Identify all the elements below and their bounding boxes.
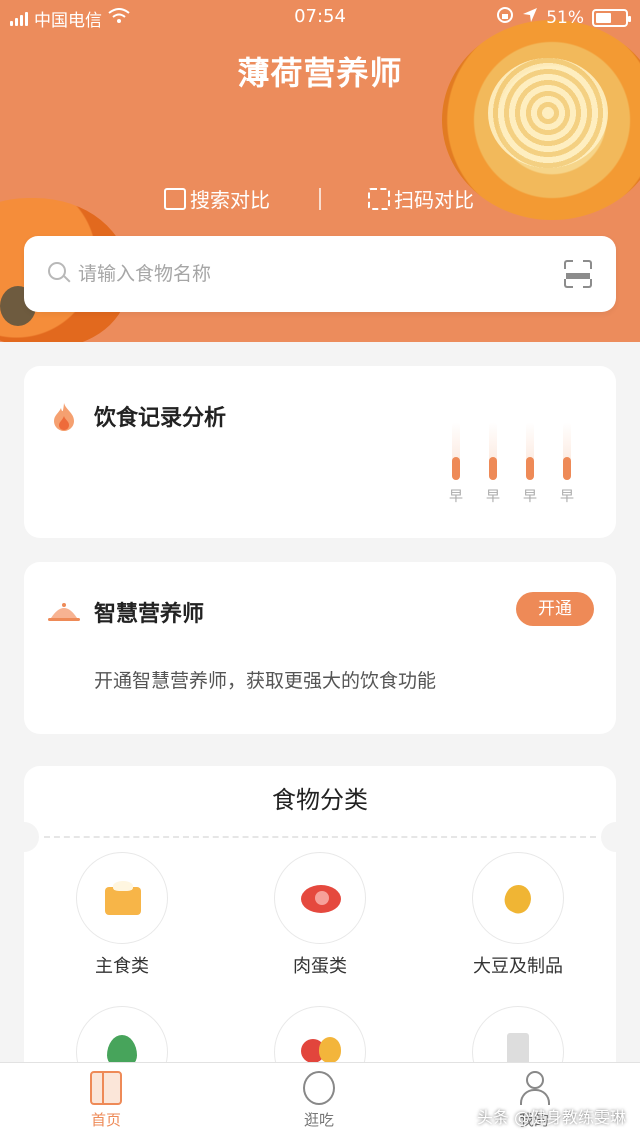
meal-bars: 早早早早 — [444, 422, 584, 512]
open-button[interactable]: 开通 — [516, 592, 594, 626]
search-compare-icon — [164, 187, 186, 210]
category-label: 大豆及制品 — [473, 956, 563, 977]
category-staple-food[interactable]: 主食类 — [52, 852, 192, 978]
meal-bar: 早 — [555, 422, 579, 506]
meal-bar-fill — [526, 457, 534, 480]
category-label: 主食类 — [95, 956, 149, 977]
rotation-lock-icon — [496, 6, 514, 29]
meal-bar-track — [563, 422, 571, 480]
search-bar[interactable] — [24, 236, 616, 312]
meal-bar-label: 早 — [486, 489, 500, 505]
food-category-card: 食物分类 主食类 肉蛋类 大豆及制品 — [9, 766, 631, 1098]
food-divider — [44, 836, 596, 838]
tab-explore[interactable]: 逛吃 — [259, 1071, 379, 1130]
scan-compare-icon — [368, 187, 390, 210]
status-bar: 中国电信 07:54 51% — [0, 0, 640, 34]
meal-bar: 早 — [444, 422, 468, 506]
meal-bar-track — [489, 422, 497, 480]
scan-compare-button[interactable]: 扫码对比 — [368, 184, 474, 213]
location-icon — [522, 7, 538, 28]
staple-food-icon — [76, 852, 168, 944]
battery-icon — [592, 8, 631, 27]
card-notch-left — [9, 822, 39, 852]
diet-record-card[interactable]: 饮食记录分析 早 早 早 早 — [24, 366, 616, 538]
flame-icon — [52, 402, 76, 432]
meal-bar-fill — [563, 457, 571, 480]
meal-bar-fill — [452, 457, 460, 480]
watermark: 头条 @健身教练雯琳 — [476, 1108, 626, 1127]
cloche-icon — [48, 600, 80, 624]
header-divider — [319, 188, 321, 210]
meal-bar-label: 早 — [560, 489, 574, 505]
meat-icon — [274, 852, 366, 944]
tab-explore-label: 逛吃 — [303, 1111, 334, 1129]
header-actions: 搜索对比 扫码对比 — [0, 184, 640, 214]
meal-bar-track — [526, 422, 534, 480]
food-category-title: 食物分类 — [272, 786, 368, 814]
smart-nutritionist-title: 智慧营养师 — [94, 602, 205, 627]
smart-nutritionist-card: 智慧营养师 开通 开通智慧营养师，获取更强大的饮食功能 — [24, 562, 616, 734]
soybean-icon — [472, 852, 564, 944]
meal-bar-label: 早 — [449, 489, 463, 505]
search-input[interactable] — [78, 258, 538, 290]
smart-nutritionist-description: 开通智慧营养师，获取更强大的饮食功能 — [94, 670, 437, 692]
meal-bar-track — [452, 422, 460, 480]
person-icon — [518, 1071, 550, 1105]
card-notch-right — [601, 822, 631, 852]
app-title: 薄荷营养师 — [237, 54, 403, 92]
meal-bar-fill — [489, 457, 497, 480]
search-compare-button[interactable]: 搜索对比 — [164, 184, 270, 213]
status-right: 51% — [496, 6, 631, 29]
category-label: 肉蛋类 — [293, 956, 347, 977]
search-compare-label: 搜索对比 — [190, 188, 270, 212]
search-icon — [48, 262, 66, 280]
battery-percent: 51% — [546, 7, 584, 28]
diet-record-title: 饮食记录分析 — [94, 406, 227, 431]
book-icon — [90, 1071, 122, 1105]
meal-bar-label: 早 — [523, 489, 537, 505]
meal-bar: 早 — [481, 422, 505, 506]
category-meat-egg[interactable]: 肉蛋类 — [250, 852, 390, 978]
scan-icon[interactable] — [564, 260, 592, 288]
tab-home[interactable]: 首页 — [46, 1071, 166, 1130]
meal-bar: 早 — [518, 422, 542, 506]
category-soybean[interactable]: 大豆及制品 — [448, 852, 588, 978]
bowl-icon — [303, 1071, 335, 1105]
scan-compare-label: 扫码对比 — [394, 188, 474, 212]
tab-home-label: 首页 — [90, 1111, 121, 1129]
